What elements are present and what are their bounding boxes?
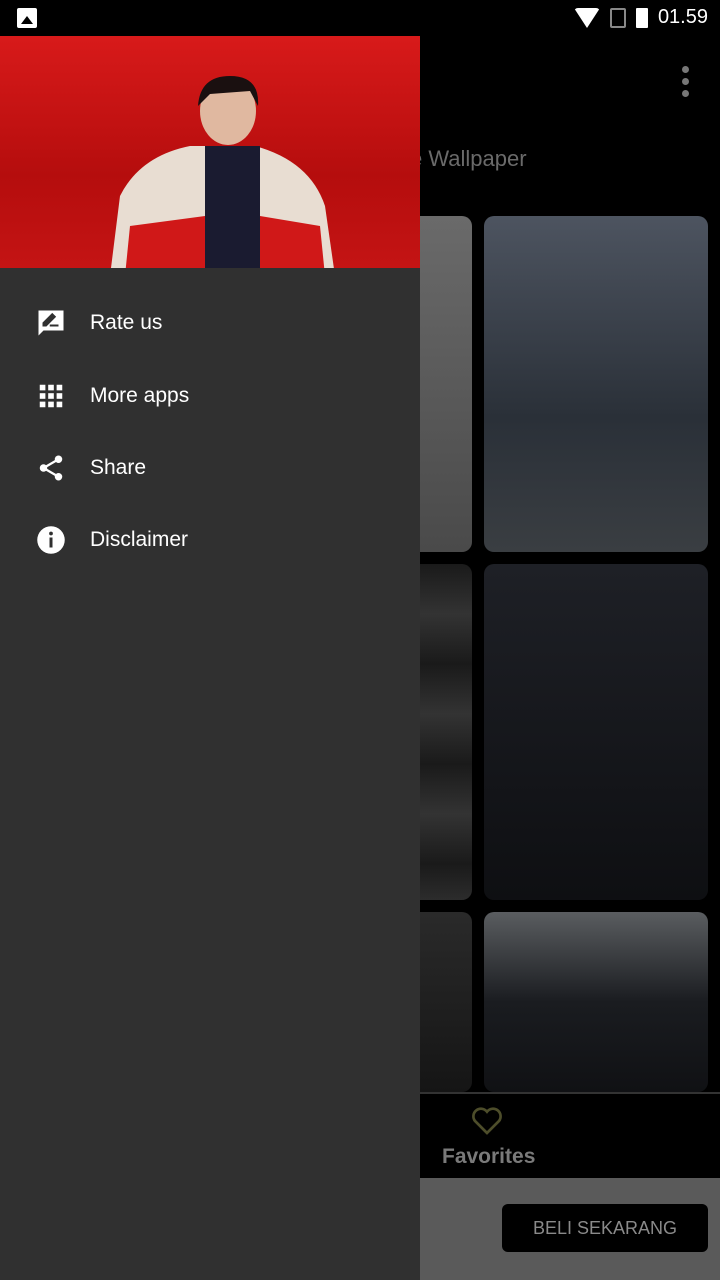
drawer-header-image: [0, 36, 420, 268]
drawer-item-label: Disclaimer: [90, 528, 189, 551]
section-title: e Wallpaper: [410, 146, 527, 171]
wallpaper-thumbnail[interactable]: [484, 912, 708, 1092]
drawer-item-label: Share: [90, 456, 147, 479]
drawer-item-label: More apps: [90, 384, 190, 407]
drawer-item-rate-us[interactable]: Rate us: [0, 293, 420, 353]
overflow-menu-icon[interactable]: [682, 66, 690, 97]
buy-now-button[interactable]: BELI SEKARANG: [502, 1204, 708, 1252]
image-notification-icon: [17, 8, 37, 28]
nav-favorites[interactable]: Favorites: [442, 1106, 536, 1169]
no-sim-icon: [609, 7, 626, 28]
battery-icon: [635, 7, 648, 28]
heart-outline-icon: [472, 1107, 502, 1135]
rate-review-icon: [38, 310, 64, 336]
wallpaper-thumbnail[interactable]: [484, 564, 708, 900]
drawer-item-more-apps[interactable]: More apps: [0, 366, 420, 426]
share-icon: [39, 455, 63, 481]
info-icon: [37, 526, 65, 554]
apps-grid-icon: [39, 384, 63, 408]
wallpaper-thumbnail[interactable]: [484, 216, 708, 552]
drawer-item-disclaimer[interactable]: Disclaimer: [0, 510, 420, 570]
status-time: 01.59: [657, 6, 708, 28]
nav-favorites-label: Favorites: [442, 1145, 536, 1168]
drawer-item-label: Rate us: [90, 311, 163, 334]
header-photo: [111, 76, 334, 268]
wifi-icon: [573, 7, 600, 28]
status-bar: 01.59: [0, 0, 720, 36]
navigation-drawer: Rate us More apps Share Disclaimer: [0, 36, 420, 1280]
drawer-item-share[interactable]: Share: [0, 438, 420, 498]
